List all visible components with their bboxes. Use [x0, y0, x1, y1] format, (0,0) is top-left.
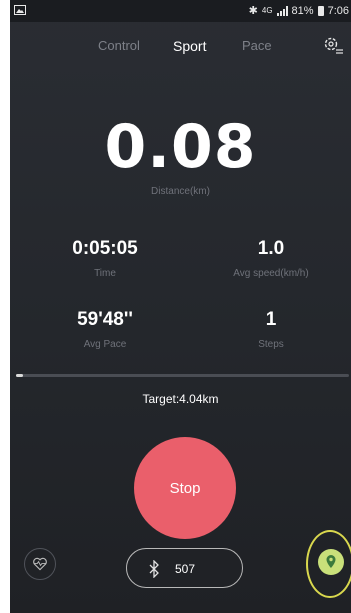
target-progress-fill — [16, 374, 23, 377]
time-label: Time — [94, 268, 116, 279]
avg-speed-value: 1.0 — [257, 238, 285, 259]
network-type: 4G — [261, 5, 273, 15]
tab-control[interactable]: Control — [98, 38, 140, 53]
battery-icon — [317, 5, 324, 16]
heart-rate-icon — [33, 557, 47, 571]
time-value: 0:05:05 — [72, 238, 138, 259]
tab-sport[interactable]: Sport — [173, 38, 206, 54]
app-screen: ✱ 4G 81% 7:06 Control Sport Pace 0.08 Di… — [10, 0, 351, 613]
steps-value: 1 — [265, 309, 277, 330]
avg-speed-label: Avg speed(km/h) — [233, 268, 309, 279]
stop-button[interactable]: Stop — [134, 437, 236, 539]
target-progress-bar — [16, 374, 349, 377]
target-label: Target:4.04km — [10, 392, 351, 406]
bluetooth-value: 507 — [175, 562, 196, 576]
distance-label: Distance(km) — [151, 186, 210, 197]
image-icon — [14, 5, 26, 15]
tab-pace[interactable]: Pace — [242, 38, 272, 53]
bluetooth-icon — [149, 560, 159, 578]
bluetooth-icon: ✱ — [248, 5, 258, 17]
tab-bar: Control Sport Pace — [10, 38, 351, 58]
status-bar: ✱ 4G 81% 7:06 — [10, 0, 351, 22]
bluetooth-device-button[interactable]: 507 — [126, 548, 243, 588]
distance-value: 0.08 — [104, 112, 257, 182]
map-button[interactable] — [318, 549, 344, 575]
target-text: Target:4.04km — [142, 392, 219, 406]
avg-pace-value: 59'48'' — [77, 309, 133, 330]
heart-rate-button[interactable] — [24, 548, 56, 580]
steps-label: Steps — [258, 339, 284, 350]
settings-icon[interactable] — [322, 35, 344, 57]
signal-icon — [276, 5, 288, 16]
battery-percent: 81% — [291, 4, 314, 17]
map-pin-icon — [326, 555, 336, 568]
clock: 7:06 — [327, 4, 349, 17]
avg-pace-label: Avg Pace — [83, 339, 127, 350]
